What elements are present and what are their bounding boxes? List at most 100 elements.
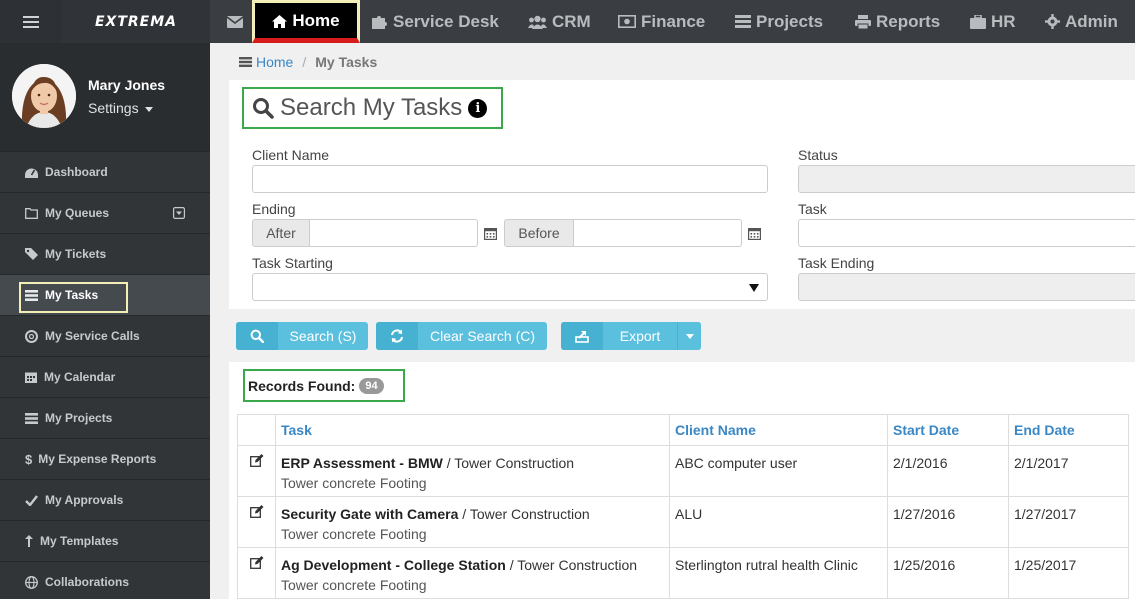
- task-subtitle: Tower concrete Footing: [281, 475, 427, 491]
- sidebar-item-my-service-calls[interactable]: My Service Calls: [0, 315, 210, 356]
- clear-search-button[interactable]: Clear Search (C): [376, 322, 547, 350]
- search-icon: [253, 98, 274, 119]
- breadcrumb-home-link[interactable]: Home: [256, 54, 293, 70]
- print-icon: [855, 14, 871, 29]
- sidebar-item-dashboard[interactable]: Dashboard: [0, 151, 210, 192]
- caret-down-icon: [145, 106, 154, 112]
- sidebar-item-my-templates[interactable]: My Templates: [0, 520, 210, 561]
- task-name[interactable]: ERP Assessment - BMW: [281, 455, 443, 471]
- calendar-icon: [25, 372, 37, 383]
- user-profile: Mary Jones Settings: [0, 43, 210, 151]
- sidebar-item-collaborations[interactable]: Collaborations: [0, 561, 210, 599]
- tasks-table: Task Client Name Start Date End Date ERP…: [237, 414, 1129, 599]
- table-header-row: Task Client Name Start Date End Date: [237, 414, 1129, 446]
- export-dropdown-toggle[interactable]: [677, 322, 701, 350]
- nav-service-desk[interactable]: Service Desk: [372, 0, 499, 43]
- sidebar-item-my-projects[interactable]: My Projects: [0, 397, 210, 438]
- task-label: Task: [798, 201, 827, 217]
- folder-icon: [25, 207, 38, 219]
- tag-icon: [25, 248, 38, 260]
- action-toolbar: Search (S) Clear Search (C) Export: [229, 316, 1135, 358]
- status-select[interactable]: [798, 165, 1135, 193]
- task-ending-label: Task Ending: [798, 255, 875, 271]
- client-name-label: Client Name: [252, 147, 330, 163]
- edit-icon[interactable]: [250, 556, 264, 569]
- client-name-cell: ALU: [669, 496, 888, 548]
- app-logo[interactable]: EXTREMA: [62, 0, 210, 43]
- dashboard-icon: [25, 168, 38, 178]
- breadcrumb: Home / My Tasks: [229, 48, 1135, 76]
- refresh-icon: [391, 329, 403, 343]
- task-input[interactable]: [798, 219, 1135, 247]
- table-row[interactable]: ERP Assessment - BMW / Tower Constructio…: [237, 445, 1129, 497]
- column-header-end-date[interactable]: End Date: [1008, 414, 1129, 446]
- task-subtitle: Tower concrete Footing: [281, 526, 427, 542]
- settings-dropdown[interactable]: Settings: [88, 100, 154, 116]
- task-ending-select[interactable]: [798, 273, 1135, 301]
- ending-after-input[interactable]: [309, 219, 478, 247]
- task-name[interactable]: Ag Development - College Station: [281, 557, 506, 573]
- nav-reports[interactable]: Reports: [855, 0, 940, 43]
- column-header-client-name[interactable]: Client Name: [669, 414, 888, 446]
- task-project: / Tower Construction: [505, 557, 638, 573]
- edit-icon[interactable]: [250, 505, 264, 518]
- breadcrumb-separator: /: [302, 54, 307, 70]
- tasks-icon: [25, 412, 38, 424]
- task-name[interactable]: Security Gate with Camera: [281, 506, 458, 522]
- start-date-cell: 1/25/2016: [887, 547, 1009, 599]
- client-name-input[interactable]: [252, 165, 768, 193]
- after-addon: After: [252, 219, 310, 247]
- calendar-icon[interactable]: [748, 227, 761, 240]
- nav-home[interactable]: Home: [252, 0, 360, 43]
- home-icon: [272, 14, 288, 28]
- sidebar: Mary Jones Settings Dashboard My Queues …: [0, 43, 210, 599]
- sidebar-item-my-tasks[interactable]: My Tasks: [0, 274, 210, 315]
- search-panel: Search My Tasks i Client Name Status End…: [229, 80, 1135, 309]
- info-icon[interactable]: i: [468, 98, 488, 118]
- sidebar-item-my-queues[interactable]: My Queues: [0, 192, 210, 233]
- search-icon: [250, 329, 264, 343]
- money-icon: [618, 15, 636, 28]
- sidebar-item-my-calendar[interactable]: My Calendar: [0, 356, 210, 397]
- tasks-icon: [239, 57, 252, 67]
- column-header-start-date[interactable]: Start Date: [887, 414, 1009, 446]
- tasks-icon: [735, 15, 751, 28]
- active-item-highlight: [19, 282, 128, 313]
- dropdown-arrow-icon: [749, 284, 759, 292]
- ending-before-input[interactable]: [573, 219, 742, 247]
- edit-column-header: [237, 414, 276, 446]
- nav-crm[interactable]: CRM: [528, 0, 591, 43]
- briefcase-icon: [970, 14, 986, 29]
- mail-button[interactable]: [220, 0, 250, 43]
- end-date-cell: 1/27/2017: [1008, 496, 1129, 548]
- hamburger-menu-button[interactable]: [0, 0, 62, 43]
- nav-admin[interactable]: Admin: [1045, 0, 1118, 43]
- sidebar-item-my-tickets[interactable]: My Tickets: [0, 233, 210, 274]
- before-addon: Before: [504, 219, 574, 247]
- nav-hr[interactable]: HR: [970, 0, 1016, 43]
- lifebuoy-icon: [25, 329, 38, 343]
- column-header-task[interactable]: Task: [275, 414, 670, 446]
- top-navbar: EXTREMA Home Service Desk CRM Finance Pr…: [0, 0, 1135, 43]
- client-name-cell: Sterlington rutral health Clinic: [669, 547, 888, 599]
- expand-icon[interactable]: [173, 207, 185, 219]
- end-date-cell: 1/25/2017: [1008, 547, 1129, 599]
- avatar[interactable]: [12, 64, 76, 128]
- export-button[interactable]: Export: [561, 322, 701, 350]
- table-row[interactable]: Ag Development - College Station / Tower…: [237, 547, 1129, 599]
- nav-projects[interactable]: Projects: [735, 0, 823, 43]
- client-name-cell: ABC computer user: [669, 445, 888, 497]
- sidebar-item-my-expense-reports[interactable]: $ My Expense Reports: [0, 438, 210, 479]
- sidebar-item-my-approvals[interactable]: My Approvals: [0, 479, 210, 520]
- task-subtitle: Tower concrete Footing: [281, 577, 427, 593]
- nav-finance[interactable]: Finance: [618, 0, 705, 43]
- task-starting-select[interactable]: [252, 273, 768, 301]
- puzzle-icon: [372, 16, 387, 29]
- table-row[interactable]: Security Gate with Camera / Tower Constr…: [237, 496, 1129, 548]
- hamburger-icon: [23, 15, 39, 28]
- search-button[interactable]: Search (S): [236, 322, 368, 350]
- ending-label: Ending: [252, 201, 296, 217]
- profile-name: Mary Jones: [88, 77, 166, 93]
- edit-icon[interactable]: [250, 454, 264, 467]
- calendar-icon[interactable]: [484, 227, 497, 240]
